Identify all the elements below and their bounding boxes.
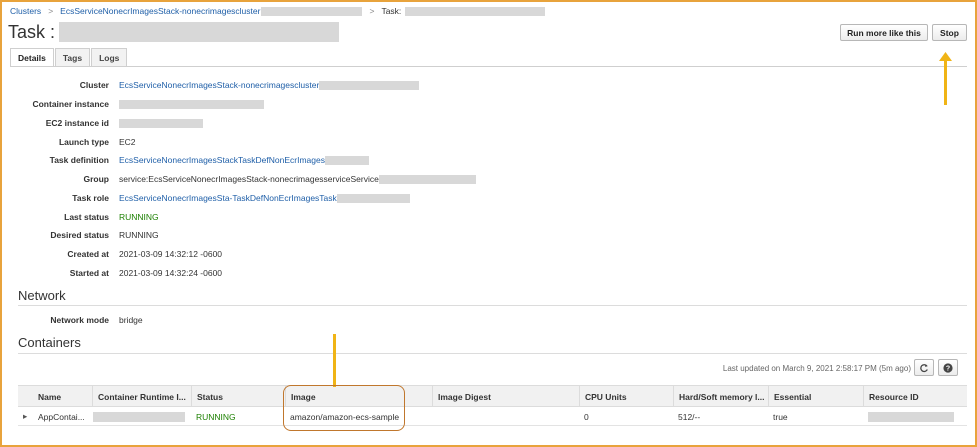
expand-row-icon[interactable]: ▸ bbox=[18, 407, 33, 426]
redacted-value bbox=[324, 155, 369, 165]
breadcrumb-separator: > bbox=[369, 6, 375, 16]
desired-status-value: RUNNING bbox=[119, 230, 159, 240]
column-header-image-digest[interactable]: Image Digest bbox=[432, 386, 579, 407]
redacted-value bbox=[119, 118, 203, 128]
detail-label: Cluster bbox=[79, 80, 109, 90]
section-divider bbox=[18, 353, 967, 354]
table-header: Name Container Runtime I... Status Image… bbox=[18, 385, 967, 407]
cell-status: RUNNING bbox=[196, 411, 236, 422]
network-mode-value: bridge bbox=[119, 315, 143, 325]
annotation-arrowhead-icon bbox=[939, 52, 952, 61]
refresh-icon bbox=[920, 363, 928, 372]
started-at-value: 2021-03-09 14:32:24 -0600 bbox=[119, 268, 223, 278]
redacted-cluster-suffix bbox=[261, 6, 363, 16]
detail-label: Task role bbox=[72, 193, 109, 203]
last-updated-text: Last updated on March 9, 2021 2:58:17 PM… bbox=[722, 364, 911, 373]
column-header-runtime-id[interactable]: Container Runtime I... bbox=[92, 386, 193, 407]
column-header-essential[interactable]: Essential bbox=[768, 386, 863, 407]
containers-section-title: Containers bbox=[18, 335, 81, 350]
column-header-resource-id[interactable]: Resource ID bbox=[863, 386, 967, 407]
image-column-highlight bbox=[283, 385, 405, 431]
section-divider bbox=[18, 305, 967, 306]
detail-label: EC2 instance id bbox=[45, 118, 109, 128]
redacted-value bbox=[319, 80, 420, 90]
detail-label: Desired status bbox=[50, 230, 109, 240]
detail-label: Launch type bbox=[58, 137, 109, 147]
column-header-cpu-units[interactable]: CPU Units bbox=[579, 386, 674, 407]
redacted-runtime-id bbox=[93, 411, 185, 422]
detail-label: Group bbox=[83, 174, 110, 184]
breadcrumb-task-label: Task: bbox=[381, 6, 402, 16]
tab-bar: Details Tags Logs bbox=[10, 48, 128, 67]
created-at-value: 2021-03-09 14:32:12 -0600 bbox=[119, 249, 223, 259]
detail-label: Started at bbox=[69, 268, 109, 278]
detail-label: Last status bbox=[64, 212, 109, 222]
breadcrumb-clusters-link[interactable]: Clusters bbox=[10, 6, 41, 16]
annotation-arrow bbox=[944, 58, 947, 105]
help-button[interactable]: ? bbox=[938, 359, 958, 376]
svg-text:?: ? bbox=[946, 365, 950, 372]
breadcrumb-separator: > bbox=[48, 6, 54, 16]
breadcrumb: Clusters > EcsServiceNonecrImagesStack-n… bbox=[10, 5, 546, 17]
launch-type-value: EC2 bbox=[119, 137, 136, 147]
detail-label: Created at bbox=[67, 249, 109, 259]
task-role-link[interactable]: EcsServiceNonecrImagesSta-TaskDefNonEcrI… bbox=[119, 193, 337, 203]
tab-divider bbox=[10, 66, 967, 67]
cluster-link[interactable]: EcsServiceNonecrImagesStack-nonecrimages… bbox=[119, 80, 319, 90]
detail-label: Network mode bbox=[50, 315, 109, 325]
tab-tags[interactable]: Tags bbox=[54, 48, 91, 66]
column-header-status[interactable]: Status bbox=[191, 386, 285, 407]
redacted-value bbox=[378, 174, 476, 184]
cell-cpu-units: 0 bbox=[584, 411, 589, 422]
page-header: Task : bbox=[8, 20, 340, 44]
detail-label: Task definition bbox=[49, 155, 109, 165]
tab-details[interactable]: Details bbox=[10, 48, 54, 67]
screenshot-frame bbox=[0, 0, 977, 447]
column-header-memory[interactable]: Hard/Soft memory l... bbox=[673, 386, 769, 407]
breadcrumb-cluster-link[interactable]: EcsServiceNonecrImagesStack-nonecrimages… bbox=[60, 6, 260, 16]
column-header-name[interactable]: Name bbox=[33, 386, 93, 407]
detail-label: Container instance bbox=[32, 99, 109, 109]
group-value: service:EcsServiceNonecrImagesStack-none… bbox=[119, 174, 379, 184]
annotation-arrow bbox=[333, 334, 336, 387]
last-status-value: RUNNING bbox=[119, 212, 159, 222]
network-section-title: Network bbox=[18, 288, 66, 303]
run-more-like-this-button[interactable]: Run more like this bbox=[840, 24, 928, 41]
cell-essential: true bbox=[773, 411, 788, 422]
refresh-button[interactable] bbox=[914, 359, 934, 376]
redacted-value bbox=[119, 99, 264, 109]
redacted-task-id bbox=[405, 6, 546, 16]
page-title: Task : bbox=[8, 21, 56, 42]
redacted-resource-id bbox=[868, 411, 954, 422]
cell-memory: 512/-- bbox=[678, 411, 701, 422]
stop-button[interactable]: Stop bbox=[932, 24, 967, 41]
task-definition-link[interactable]: EcsServiceNonecrImagesStackTaskDefNonEcr… bbox=[119, 155, 325, 165]
cell-name: AppContai... bbox=[38, 411, 85, 422]
redacted-value bbox=[336, 193, 410, 203]
table-row[interactable]: ▸ AppContai... RUNNING amazon/amazon-ecs… bbox=[18, 407, 967, 426]
help-icon: ? bbox=[943, 362, 953, 373]
redacted-task-title bbox=[59, 22, 340, 42]
tab-logs[interactable]: Logs bbox=[91, 48, 128, 66]
